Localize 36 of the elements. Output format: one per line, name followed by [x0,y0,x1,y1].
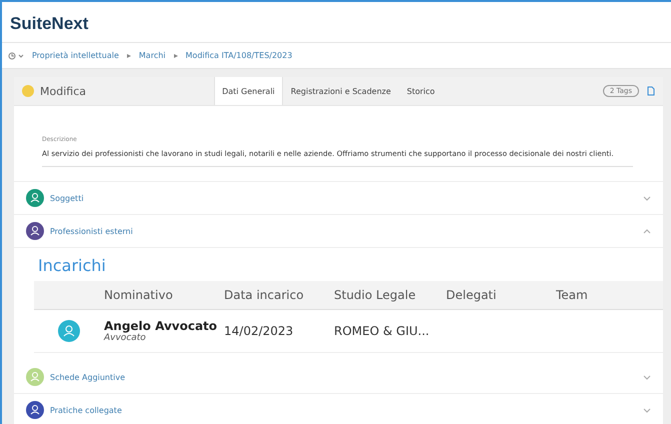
section-heading: Incarichi [37,255,107,277]
section-title: Professionisti esterni [50,226,134,236]
section-header[interactable]: Schede Aggiuntive [14,361,663,394]
status-dot-icon [22,85,34,97]
column-header: Team [556,288,589,302]
breadcrumb-separator-icon [174,54,178,58]
tab[interactable]: Registrazioni e Scadenze [282,77,399,105]
person-name: Angelo Avvocato [104,319,218,333]
breadcrumb-link[interactable]: Proprietà intellettuale [32,51,119,60]
chevron-down-icon[interactable] [643,408,651,412]
card-title: Modifica [40,84,87,98]
table-cell-text: 14/02/2023 [224,324,294,338]
table-cell-text: ROMEO & GIU... [334,324,430,338]
chevron-up-icon[interactable] [643,228,651,234]
section-header[interactable]: Professionisti esterni [14,215,663,248]
column-header: Delegati [446,288,498,302]
column-header: Nominativo [104,288,174,302]
section-header[interactable]: Soggetti [14,182,663,215]
breadcrumb-link[interactable]: Modifica ITA/108/TES/2023 [186,51,292,60]
history-icon[interactable] [8,52,24,60]
tab[interactable]: Dati Generali [214,77,283,105]
chevron-down-icon[interactable] [643,196,651,200]
column-header: Data incarico [224,288,305,302]
breadcrumb-link[interactable]: Marchi [138,51,166,60]
document-icon[interactable] [647,86,655,96]
person-role: Avvocato [104,333,147,343]
section-title: Schede Aggiuntive [50,372,126,382]
tab[interactable]: Storico [398,77,443,105]
section-header[interactable]: Pratiche collegate [14,394,663,424]
breadcrumb-separator-icon [126,54,131,58]
column-header: Studio Legale [334,288,417,302]
section-title: Pratiche collegate [50,406,123,414]
user-avatar-icon [58,320,80,342]
chevron-down-icon[interactable] [643,374,651,380]
app-logo: SuiteNext [2,2,671,43]
section-title: Soggetti [50,194,85,202]
